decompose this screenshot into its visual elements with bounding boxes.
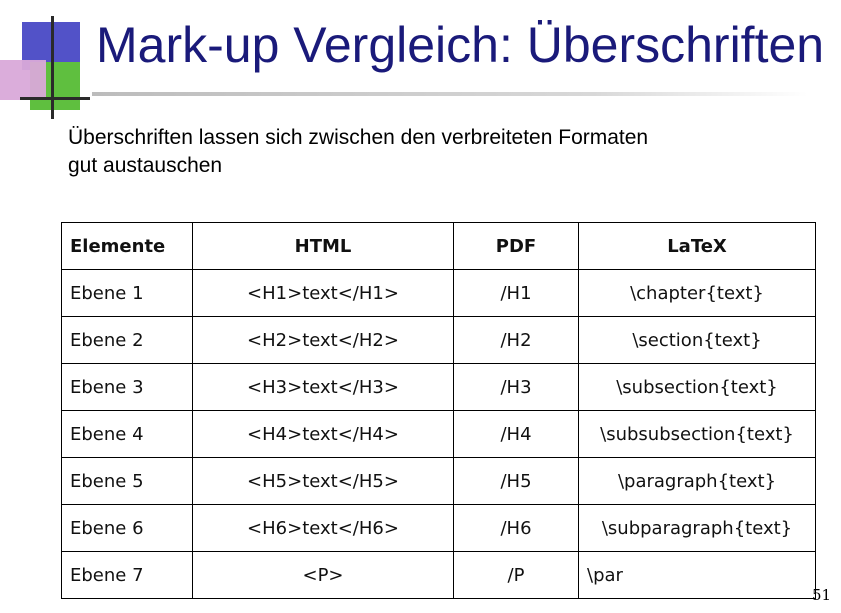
cell-pdf: /H5 [453,457,579,505]
cell-element: Ebene 3 [61,363,193,411]
cell-html: <H4>text</H4> [192,410,454,458]
table-row: Ebene 4 <H4>text</H4> /H4 \subsubsection… [61,410,816,458]
cell-pdf: /H6 [453,504,579,552]
cell-element: Ebene 4 [61,410,193,458]
cell-pdf: /H3 [453,363,579,411]
intro-text: Überschriften lassen sich zwischen den v… [68,124,788,180]
cell-pdf: /H2 [453,316,579,364]
heading-comparison-table: Elemente HTML PDF LaTeX Ebene 1 <H1>text… [61,222,816,599]
cell-html: <H6>text</H6> [192,504,454,552]
cell-latex: \subparagraph{text} [578,504,816,552]
table-row: Ebene 7 <P> /P \par [61,551,816,599]
table-row: Ebene 5 <H5>text</H5> /H5 \paragraph{tex… [61,457,816,505]
title-underline [92,92,808,96]
cell-html: <H5>text</H5> [192,457,454,505]
intro-line: gut austauschen [68,154,223,177]
cell-latex: \chapter{text} [578,269,816,317]
intro-line: Überschriften lassen sich zwischen den v… [68,126,649,149]
table-row: Ebene 3 <H3>text</H3> /H3 \subsection{te… [61,363,816,411]
cell-html: <P> [192,551,454,599]
table-row: Ebene 1 <H1>text</H1> /H1 \chapter{text} [61,269,816,317]
cell-element: Ebene 5 [61,457,193,505]
decor-horizontal-line [20,97,90,100]
cell-pdf: /H4 [453,410,579,458]
cell-html: <H1>text</H1> [192,269,454,317]
cell-html: <H2>text</H2> [192,316,454,364]
page-number: 51 [812,586,832,604]
cell-pdf: /P [453,551,579,599]
header-html: HTML [192,222,454,270]
decor-vertical-line [51,16,54,119]
cell-element: Ebene 1 [61,269,193,317]
header-latex: LaTeX [578,222,816,270]
cell-latex: \par [578,551,816,599]
table-header-row: Elemente HTML PDF LaTeX [61,222,816,270]
header-pdf: PDF [453,222,579,270]
slide-title: Mark-up Vergleich: Überschriften [96,17,825,73]
cell-latex: \subsection{text} [578,363,816,411]
cell-element: Ebene 6 [61,504,193,552]
decor-square-pink [0,60,46,100]
cell-latex: \section{text} [578,316,816,364]
table-row: Ebene 2 <H2>text</H2> /H2 \section{text} [61,316,816,364]
cell-element: Ebene 7 [61,551,193,599]
cell-pdf: /H1 [453,269,579,317]
header-elemente: Elemente [61,222,193,270]
cell-latex: \subsubsection{text} [578,410,816,458]
table-row: Ebene 6 <H6>text</H6> /H6 \subparagraph{… [61,504,816,552]
cell-latex: \paragraph{text} [578,457,816,505]
cell-element: Ebene 2 [61,316,193,364]
cell-html: <H3>text</H3> [192,363,454,411]
